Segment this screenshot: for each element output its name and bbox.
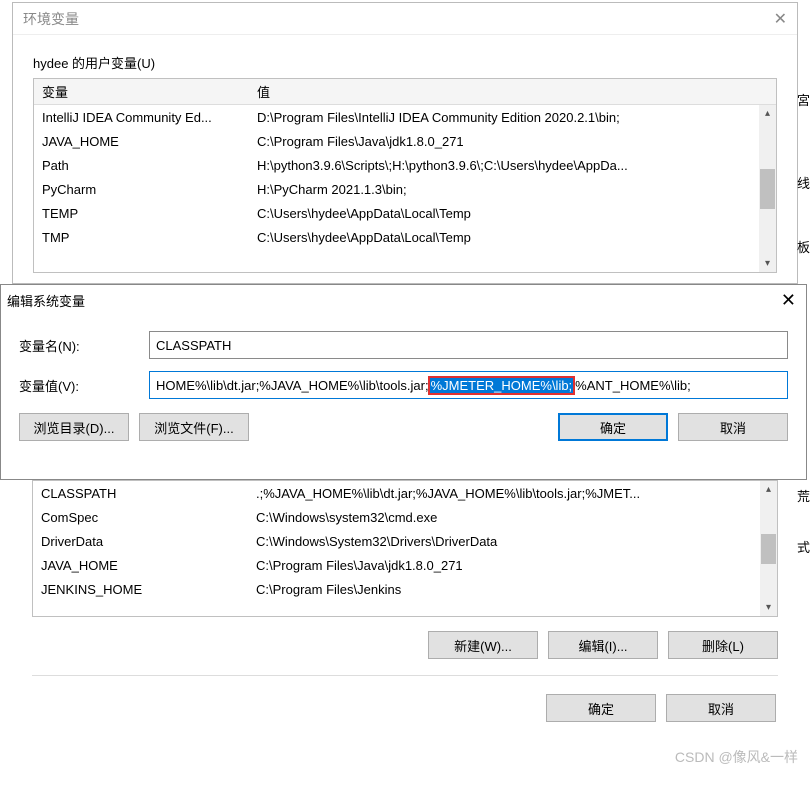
user-vars-table: 变量 值 IntelliJ IDEA Community Ed...D:\Pro… xyxy=(33,78,777,273)
scroll-thumb[interactable] xyxy=(760,169,775,209)
table-row[interactable]: PyCharmH:\PyCharm 2021.1.3\bin; xyxy=(34,177,776,201)
titlebar: 环境变量 ✕ xyxy=(13,3,797,35)
ok-button[interactable]: 确定 xyxy=(558,413,668,441)
env-vars-window: 环境变量 ✕ hydee 的用户变量(U) 变量 值 IntelliJ IDEA… xyxy=(12,2,798,284)
scroll-up-icon[interactable]: ▴ xyxy=(760,481,777,498)
scroll-thumb[interactable] xyxy=(761,534,776,564)
sys-vars-buttons: 新建(W)... 编辑(I)... 删除(L) xyxy=(12,617,798,665)
sys-vars-table: CLASSPATH.;%JAVA_HOME%\lib\dt.jar;%JAVA_… xyxy=(32,480,778,617)
window-title: 环境变量 xyxy=(23,9,79,29)
header-variable[interactable]: 变量 xyxy=(34,82,249,101)
new-button[interactable]: 新建(W)... xyxy=(428,631,538,659)
user-vars-body: IntelliJ IDEA Community Ed...D:\Program … xyxy=(34,105,776,249)
var-value-input[interactable]: HOME%\lib\dt.jar;%JAVA_HOME%\lib\tools.j… xyxy=(149,371,788,399)
sys-vars-group: CLASSPATH.;%JAVA_HOME%\lib\dt.jar;%JAVA_… xyxy=(12,480,798,740)
cancel-button[interactable]: 取消 xyxy=(678,413,788,441)
var-name-input[interactable] xyxy=(149,331,788,359)
table-row[interactable]: CLASSPATH.;%JAVA_HOME%\lib\dt.jar;%JAVA_… xyxy=(33,481,777,505)
side-tab: 板 xyxy=(797,237,810,256)
side-tab: 式 xyxy=(797,537,810,556)
table-row[interactable]: PathH:\python3.9.6\Scripts\;H:\python3.9… xyxy=(34,153,776,177)
table-row[interactable]: JAVA_HOMEC:\Program Files\Java\jdk1.8.0_… xyxy=(33,553,777,577)
table-row[interactable]: TEMPC:\Users\hydee\AppData\Local\Temp xyxy=(34,201,776,225)
var-value-label: 变量值(V): xyxy=(19,376,149,395)
dialog-title: 编辑系统变量 xyxy=(7,291,85,310)
annotation-box: %JMETER_HOME%\lib; xyxy=(428,376,576,395)
scroll-up-icon[interactable]: ▴ xyxy=(759,105,776,122)
scrollbar[interactable]: ▴ ▾ xyxy=(760,481,777,616)
scroll-down-icon[interactable]: ▾ xyxy=(759,255,776,272)
edit-sysvar-dialog: 编辑系统变量 ✕ 变量名(N): 变量值(V): HOME%\lib\dt.ja… xyxy=(0,284,807,480)
table-row[interactable]: IntelliJ IDEA Community Ed...D:\Program … xyxy=(34,105,776,129)
table-row[interactable]: JAVA_HOMEC:\Program Files\Java\jdk1.8.0_… xyxy=(34,129,776,153)
scrollbar[interactable]: ▴ ▾ xyxy=(759,105,776,272)
table-row[interactable]: DriverDataC:\Windows\System32\Drivers\Dr… xyxy=(33,529,777,553)
delete-button[interactable]: 删除(L) xyxy=(668,631,778,659)
user-vars-group: hydee 的用户变量(U) 变量 值 IntelliJ IDEA Commun… xyxy=(33,53,777,273)
footer-buttons: 确定 取消 xyxy=(12,676,798,740)
var-name-label: 变量名(N): xyxy=(19,336,149,355)
table-row[interactable]: JENKINS_HOMEC:\Program Files\Jenkins xyxy=(33,577,777,601)
browse-dir-button[interactable]: 浏览目录(D)... xyxy=(19,413,129,441)
table-header: 变量 值 xyxy=(34,79,776,105)
value-text-post: %ANT_HOME%\lib; xyxy=(575,378,691,393)
header-value[interactable]: 值 xyxy=(249,82,776,101)
var-value-row: 变量值(V): HOME%\lib\dt.jar;%JAVA_HOME%\lib… xyxy=(1,365,806,405)
watermark: CSDN @像风&一样 xyxy=(675,747,798,767)
table-row[interactable]: ComSpecC:\Windows\system32\cmd.exe xyxy=(33,505,777,529)
side-tab: 线 xyxy=(797,173,810,192)
value-text-pre: HOME%\lib\dt.jar;%JAVA_HOME%\lib\tools.j… xyxy=(156,378,429,393)
close-icon[interactable]: ✕ xyxy=(781,290,796,311)
ok-button[interactable]: 确定 xyxy=(546,694,656,722)
edit-button[interactable]: 编辑(I)... xyxy=(548,631,658,659)
value-selected-text: %JMETER_HOME%\lib; xyxy=(430,378,574,393)
dialog-titlebar: 编辑系统变量 ✕ xyxy=(1,285,806,315)
side-tab: 荒 xyxy=(797,486,810,505)
dialog-buttons: 浏览目录(D)... 浏览文件(F)... 确定 取消 xyxy=(1,405,806,441)
close-icon[interactable]: ✕ xyxy=(774,9,787,29)
var-name-row: 变量名(N): xyxy=(1,325,806,365)
cancel-button[interactable]: 取消 xyxy=(666,694,776,722)
user-vars-title: hydee 的用户变量(U) xyxy=(33,53,777,72)
table-row[interactable]: TMPC:\Users\hydee\AppData\Local\Temp xyxy=(34,225,776,249)
scroll-down-icon[interactable]: ▾ xyxy=(760,599,777,616)
side-tab: 宮 xyxy=(797,90,810,109)
browse-file-button[interactable]: 浏览文件(F)... xyxy=(139,413,249,441)
